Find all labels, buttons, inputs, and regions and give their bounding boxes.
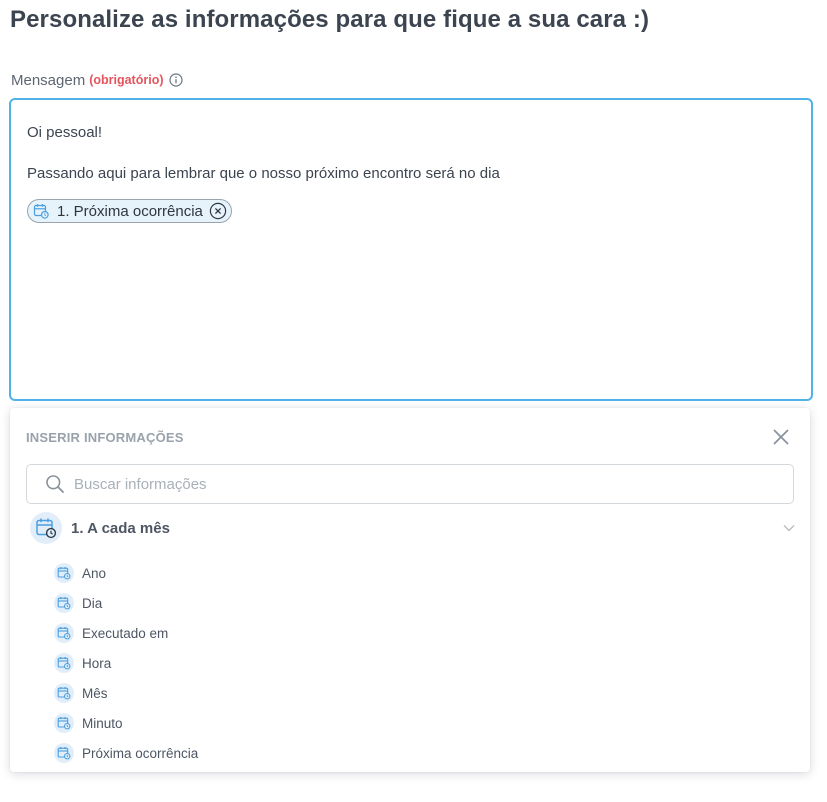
- group-item-list: Ano Dia Executado em Hora Mês Minuto Pró…: [54, 558, 198, 768]
- info-circle-icon[interactable]: [168, 73, 183, 87]
- message-field-label: Mensagem (obrigatório): [11, 70, 183, 90]
- variable-chip[interactable]: 1. Próxima ocorrência: [27, 199, 232, 223]
- field-label-text: Mensagem: [11, 71, 86, 89]
- list-item[interactable]: Dia: [54, 588, 198, 618]
- list-item[interactable]: Hora: [54, 648, 198, 678]
- calendar-clock-icon: [54, 683, 74, 703]
- calendar-clock-icon: [54, 653, 74, 673]
- panel-title: INSERIR INFORMAÇÕES: [26, 430, 184, 445]
- calendar-clock-icon: [54, 743, 74, 763]
- close-icon[interactable]: [772, 428, 790, 446]
- list-item[interactable]: Próxima ocorrência: [54, 738, 198, 768]
- search-box: [26, 464, 794, 504]
- search-icon: [45, 474, 65, 494]
- list-item[interactable]: Mês: [54, 678, 198, 708]
- insert-info-panel: INSERIR INFORMAÇÕES 1. A cada: [10, 408, 810, 772]
- list-item[interactable]: Ano: [54, 558, 198, 588]
- calendar-clock-icon: [54, 563, 74, 583]
- page-title: Personalize as informações para que fiqu…: [10, 6, 650, 33]
- list-item[interactable]: Executado em: [54, 618, 198, 648]
- item-label: Próxima ocorrência: [82, 745, 199, 761]
- item-label: Executado em: [82, 625, 169, 641]
- variable-chip-label: 1. Próxima ocorrência: [57, 202, 203, 220]
- calendar-clock-icon: [54, 593, 74, 613]
- group-label: 1. A cada mês: [71, 519, 170, 537]
- chevron-down-icon[interactable]: [782, 521, 796, 535]
- editor-line-1: Oi pessoal!: [27, 124, 103, 141]
- item-label: Ano: [82, 565, 107, 581]
- editor-line-2: Passando aqui para lembrar que o nosso p…: [27, 165, 500, 182]
- item-label: Minuto: [82, 715, 123, 731]
- calendar-clock-icon: [54, 713, 74, 733]
- item-label: Dia: [82, 595, 103, 611]
- close-circle-icon[interactable]: [209, 202, 227, 220]
- message-editor[interactable]: Oi pessoal! Passando aqui para lembrar q…: [9, 98, 813, 401]
- calendar-clock-icon: [33, 203, 49, 219]
- required-marker: (obrigatório): [89, 73, 164, 87]
- list-item[interactable]: Minuto: [54, 708, 198, 738]
- search-input[interactable]: [72, 474, 756, 494]
- item-label: Mês: [82, 685, 108, 701]
- item-label: Hora: [82, 655, 112, 671]
- calendar-clock-icon: [30, 512, 62, 544]
- calendar-clock-icon: [54, 623, 74, 643]
- group-header-monthly[interactable]: 1. A cada mês: [30, 512, 796, 544]
